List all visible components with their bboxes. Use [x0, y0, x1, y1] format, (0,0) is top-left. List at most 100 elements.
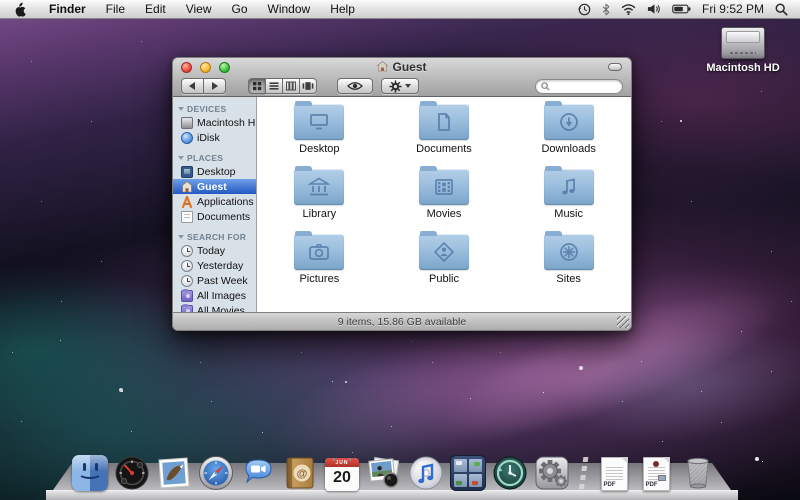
volume-menu-icon[interactable]	[647, 3, 661, 15]
menu-file[interactable]: File	[96, 0, 135, 19]
time-machine-menu-icon[interactable]	[578, 3, 591, 16]
quick-look-button[interactable]	[337, 78, 373, 94]
forward-arrow-icon	[212, 82, 222, 90]
sidebar-item-past-week[interactable]: Past Week	[173, 273, 256, 288]
sidebar-item-all-movies[interactable]: All Movies	[173, 303, 256, 312]
menu-finder[interactable]: Finder	[39, 0, 96, 19]
wifi-menu-icon[interactable]	[621, 3, 636, 15]
search-input[interactable]	[553, 80, 617, 92]
icon-view-icon	[253, 82, 262, 91]
dock-spaces-icon[interactable]	[450, 455, 486, 491]
sidebar-item-yesterday[interactable]: Yesterday	[173, 258, 256, 273]
folder-public[interactable]: Public	[382, 231, 507, 299]
folder-desktop[interactable]: Desktop	[257, 101, 382, 169]
resize-grip[interactable]	[617, 316, 629, 328]
sidebar-item-guest[interactable]: Guest	[173, 179, 256, 194]
document-icon	[181, 210, 193, 223]
forward-button[interactable]	[203, 78, 226, 94]
spaces-panel	[454, 459, 467, 472]
sidebar-section-devices[interactable]: DEVICES	[173, 101, 256, 115]
sidebar-section-search-for[interactable]: SEARCH FOR	[173, 229, 256, 243]
apple-menu[interactable]	[0, 1, 39, 17]
disclosure-triangle-icon[interactable]	[178, 156, 184, 163]
icon-view-button[interactable]	[248, 78, 266, 94]
dock-safari-icon[interactable]	[198, 455, 234, 491]
section-title: PLACES	[187, 153, 224, 163]
folder-label: Public	[429, 273, 459, 285]
coverflow-view-button[interactable]	[299, 78, 317, 94]
ical-page: JUN 20	[325, 458, 359, 491]
sidebar-item-macintosh-hd[interactable]: Macintosh HD	[173, 115, 256, 130]
sidebar-section-places[interactable]: PLACES	[173, 150, 256, 164]
clock-icon	[181, 244, 193, 257]
sidebar-item-today[interactable]: Today	[173, 243, 256, 258]
status-bar: 9 items, 15.86 GB available	[173, 312, 631, 330]
toolbar-toggle-button[interactable]	[608, 63, 622, 71]
spotlight-icon[interactable]	[775, 3, 788, 16]
folder-icon	[294, 101, 345, 140]
desktop-glyph-icon	[294, 104, 344, 140]
menu-window[interactable]: Window	[258, 0, 321, 19]
search-field[interactable]	[535, 78, 623, 94]
sidebar-item-applications[interactable]: Applications	[173, 194, 256, 209]
menu-bar-clock[interactable]: Fri 9:52 PM	[702, 2, 764, 16]
folder-library[interactable]: Library	[257, 166, 382, 234]
dock-ical-icon[interactable]: JUN 20	[324, 455, 360, 491]
film-glyph-icon	[419, 169, 469, 205]
battery-menu-icon[interactable]	[672, 4, 691, 14]
disclosure-triangle-icon[interactable]	[178, 235, 184, 242]
column-view-button[interactable]	[282, 78, 300, 94]
menu-edit[interactable]: Edit	[135, 0, 176, 19]
person-glyph-icon	[419, 234, 469, 270]
action-button[interactable]	[381, 78, 419, 94]
folder-downloads[interactable]: Downloads	[506, 101, 631, 169]
dock-ichat-icon[interactable]	[240, 455, 276, 491]
dock-finder-icon[interactable]	[72, 455, 108, 491]
window-body: DEVICES Macintosh HD iDisk PLACES Deskto…	[173, 97, 631, 312]
folder-documents[interactable]: Documents	[382, 101, 507, 169]
sidebar-item-all-images[interactable]: All Images	[173, 288, 256, 303]
folder-pictures[interactable]: Pictures	[257, 231, 382, 299]
sidebar-item-documents[interactable]: Documents	[173, 209, 256, 224]
dock-system-preferences-icon[interactable]	[534, 455, 570, 491]
sidebar-item-label: Desktop	[197, 165, 236, 178]
dock-separator	[576, 457, 590, 491]
list-view-button[interactable]	[265, 78, 283, 94]
folder-view: Desktop Documents Downloads Library Movi…	[257, 97, 631, 312]
folder-music[interactable]: Music	[506, 166, 631, 234]
clock-icon	[181, 274, 193, 287]
dock-iphoto-icon[interactable]	[366, 455, 402, 491]
dock-mail-icon[interactable]	[156, 455, 192, 491]
folder-sites[interactable]: Sites	[506, 231, 631, 299]
sidebar-item-desktop[interactable]: Desktop	[173, 164, 256, 179]
spaces-window	[456, 481, 462, 485]
sidebar-item-idisk[interactable]: iDisk	[173, 130, 256, 145]
menu-view[interactable]: View	[176, 0, 222, 19]
dock-trash-icon[interactable]	[680, 455, 716, 491]
music-note-glyph-icon	[544, 169, 594, 205]
folder-movies[interactable]: Movies	[382, 166, 507, 234]
dock-time-machine-icon[interactable]	[492, 455, 528, 491]
sidebar: DEVICES Macintosh HD iDisk PLACES Deskto…	[173, 97, 257, 312]
dock-itunes-icon[interactable]	[408, 455, 444, 491]
action-caret-icon	[405, 84, 411, 91]
menu-help[interactable]: Help	[320, 0, 365, 19]
clock-icon	[181, 259, 193, 272]
back-button[interactable]	[181, 78, 204, 94]
ical-day: 20	[333, 469, 351, 486]
menu-go[interactable]: Go	[222, 0, 258, 19]
status-text: 9 items, 15.86 GB available	[337, 315, 467, 328]
section-title: SEARCH FOR	[187, 232, 247, 242]
titlebar[interactable]: Guest	[173, 58, 631, 75]
bluetooth-menu-icon[interactable]	[602, 3, 610, 16]
home-icon	[181, 180, 193, 193]
dock-dashboard-icon[interactable]	[114, 455, 150, 491]
download-glyph-icon	[544, 104, 594, 140]
finder-smile	[78, 467, 102, 479]
disclosure-triangle-icon[interactable]	[178, 107, 184, 114]
dock-pdf-document-2-icon[interactable]: PDF	[638, 455, 674, 491]
desktop-icon-macintosh-hd[interactable]: Macintosh HD	[703, 27, 783, 74]
sidebar-item-label: Applications	[197, 195, 254, 208]
dock-address-book-icon[interactable]: @	[282, 455, 318, 491]
dock-pdf-document-icon[interactable]: PDF	[596, 455, 632, 491]
